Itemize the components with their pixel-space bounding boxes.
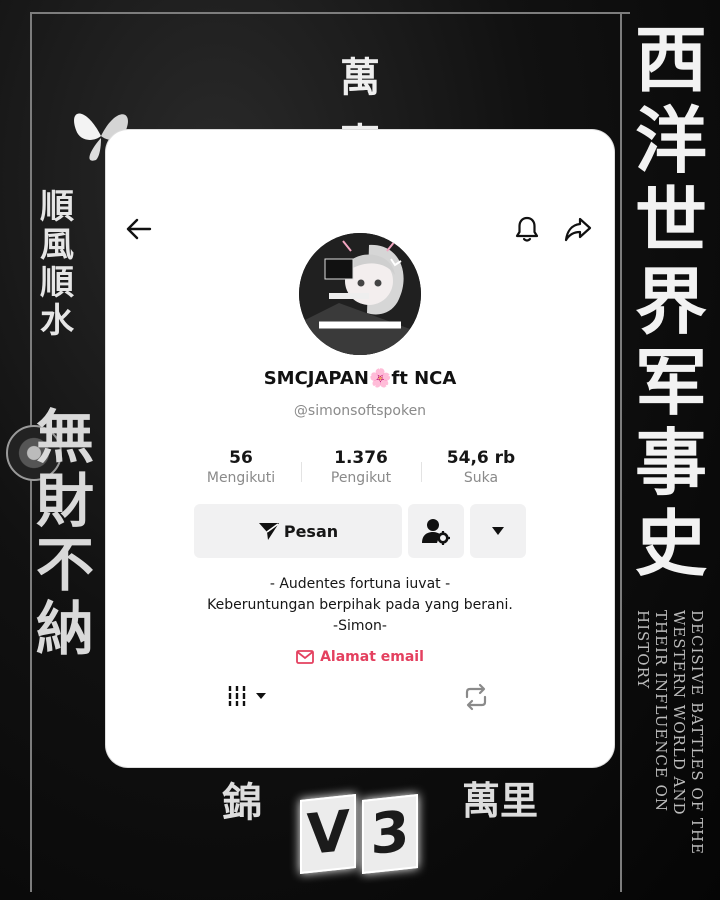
repost-icon[interactable] [461,683,491,711]
title-char: 世 [634,178,707,264]
caret-down-icon [492,527,504,535]
bg-char: 水 [40,301,74,341]
stat-divider [300,462,302,482]
add-friend-button[interactable] [408,504,464,558]
avatar-illustration [299,233,421,355]
poster-title-column: 西 洋 世 界 军 事 史 [628,17,714,586]
stat-following[interactable]: 56 Mengikuti [186,448,296,486]
title-char: 洋 [634,97,707,183]
send-icon [258,523,279,540]
bell-icon[interactable] [512,214,542,244]
bg-char: 順 [40,263,74,303]
left-column-small: 順 風 順 水 [40,190,90,338]
title-char: 西 [634,17,707,102]
profile-card: SMCJAPAN🌸ft NCA @simonsoftspoken 56 Meng… [106,130,614,767]
title-char: 史 [634,500,707,586]
profile-stats: 56 Mengikuti 1.376 Pengikut 54,6 rb Suka [186,448,536,486]
avatar[interactable] [299,233,421,355]
email-label: Alamat email [320,649,424,665]
share-icon[interactable] [563,214,593,244]
bio-line: Keberuntungan berpihak pada yang berani. [207,597,513,613]
badge-letter: V [300,794,356,874]
stat-divider [420,462,422,482]
stat-value: 1.376 [334,448,388,468]
title-char: 界 [634,258,707,344]
stat-label: Suka [463,470,499,486]
left-column-large: 無 財 不 納 [36,408,106,658]
display-name: SMCJAPAN🌸ft NCA [263,368,457,389]
title-char: 事 [634,420,707,506]
bg-char: 風 [40,225,74,265]
bg-char: 財 [36,467,95,535]
stat-likes[interactable]: 54,6 rb Suka [426,448,536,486]
bottom-left-char: 錦 [222,779,262,826]
bio-line: - Audentes fortuna iuvat - [269,576,451,592]
bio-line: -Simon- [333,618,387,634]
bg-char: 納 [36,595,95,663]
profile-handle: @simonsoftspoken [293,403,427,419]
frame-line-top [30,12,630,14]
bg-char: 不 [36,531,95,599]
bg-char: 萬 [340,54,380,101]
stat-value: 54,6 rb [446,448,516,468]
stat-label: Pengikut [330,470,392,486]
arrow-left-icon[interactable] [124,214,154,244]
badge-letter: 3 [362,794,418,874]
bg-char: 順 [40,187,74,227]
title-char: 军 [634,339,707,425]
grid-tab-icon[interactable] [227,683,269,709]
v3-badge: V 3 [296,792,422,876]
email-link[interactable]: Alamat email [106,649,614,665]
stat-value: 56 [229,448,253,468]
bottom-right-chars: 萬里 [462,778,539,823]
message-button[interactable]: Pesan [194,504,402,558]
more-options-button[interactable] [470,504,526,558]
message-button-label: Pesan [283,521,339,541]
profile-bio: - Audentes fortuna iuvat - Keberuntungan… [106,574,614,637]
user-settings-icon [422,519,450,545]
poster-subtitle: DECISIVE BATTLES OF THE WESTERN WORLD AN… [634,610,706,855]
mail-icon [296,650,314,664]
bg-char: 無 [36,403,95,471]
frame-line-right [620,12,622,892]
stat-followers[interactable]: 1.376 Pengikut [306,448,416,486]
stat-label: Mengikuti [206,470,276,486]
